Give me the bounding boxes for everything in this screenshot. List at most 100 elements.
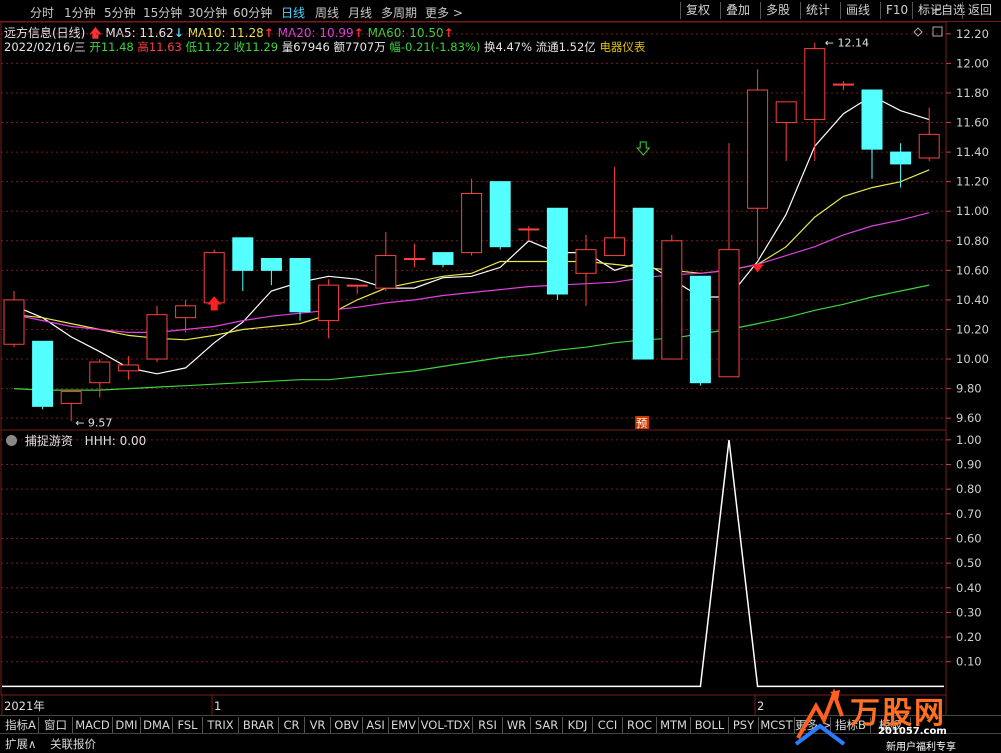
indicator-tab-trix[interactable]: TRIX <box>203 717 239 733</box>
price-panel-frame <box>0 21 947 431</box>
timeframe-15min[interactable]: 15分钟 <box>143 4 182 21</box>
price-tick-label: 11.00 <box>956 204 989 218</box>
buy-arrow-icon <box>207 296 222 311</box>
candle-body-down <box>432 252 454 265</box>
indicator-tick-label: 0.30 <box>956 605 982 619</box>
quote-volume: 量67946 <box>281 40 330 54</box>
indicator-tab-roc[interactable]: ROC <box>623 717 657 733</box>
price-tick-label: 10.20 <box>956 322 989 336</box>
indicator-tick-label: 0.60 <box>956 531 982 545</box>
timeframe-60min[interactable]: 60分钟 <box>233 4 272 21</box>
quote-amount: 额7707万 <box>333 40 386 54</box>
add-watchlist-button[interactable]: +自选 <box>926 2 966 19</box>
price-tick-label: 10.00 <box>956 352 989 366</box>
overlay-button[interactable]: 叠加 <box>720 2 760 19</box>
candle-body-up <box>918 133 940 159</box>
adjust-button[interactable]: 复权 <box>680 2 720 19</box>
price-tick-label: 11.20 <box>956 175 989 189</box>
ma-line-ma5 <box>13 95 930 375</box>
indicator-value: HHH: 0.00 <box>84 434 147 448</box>
candle-body-up <box>747 89 769 209</box>
indicator-tab-rsi[interactable]: RSI <box>473 717 503 733</box>
indicator-tab-wr[interactable]: WR <box>503 717 531 733</box>
indicator-tab-obv[interactable]: OBV <box>331 717 363 733</box>
indicator-tick-label: 0.50 <box>956 556 982 570</box>
indicator-tab-mtm[interactable]: MTM <box>657 717 691 733</box>
candle-body-up <box>89 361 111 384</box>
dropdown-icon[interactable] <box>6 435 17 446</box>
multi-stock-button[interactable]: 多股 <box>760 2 800 19</box>
indicator-tab--[interactable]: 窗口 <box>39 717 73 733</box>
candle-body-down <box>546 207 568 295</box>
indicator-tick-label: 0.10 <box>956 655 982 669</box>
timeframe-more[interactable]: 更多 > <box>425 4 463 21</box>
timeframe-multi[interactable]: 多周期 <box>381 4 417 21</box>
ma5-label: MA5: 11.62 <box>105 26 174 40</box>
brand-url: 201057.com <box>878 726 947 737</box>
quote-low: 低11.22 <box>185 40 230 54</box>
ma-line-ma20 <box>13 212 930 333</box>
price-tick-label: 11.60 <box>956 116 989 130</box>
indicator-tab-kdj[interactable]: KDJ <box>563 717 593 733</box>
indicator-tab-dma[interactable]: DMA <box>141 717 173 733</box>
candle-body-down <box>32 340 54 407</box>
indicator-tick-label: 0.20 <box>956 630 982 644</box>
candle-body-down <box>861 89 883 150</box>
arrow-up-icon: ↑ <box>353 26 364 40</box>
indicator-name: 捕捉游资 <box>24 434 73 448</box>
stock-name: 远方信息(日线) <box>4 26 86 40</box>
sector-label[interactable]: 电器仪表 <box>599 40 645 54</box>
brand-slogan: 新用户福利专享 <box>886 742 956 753</box>
forecast-badge <box>635 416 650 429</box>
indicator-tab-asi[interactable]: ASI <box>363 717 389 733</box>
draw-button[interactable]: 画线 <box>840 2 880 19</box>
indicator-tab-dmi[interactable]: DMI <box>113 717 141 733</box>
indicator-tab-vol-tdx[interactable]: VOL-TDX <box>419 717 473 733</box>
f10-button[interactable]: F10 <box>880 2 912 19</box>
quote-float-cap: 流通1.52亿 <box>535 40 596 54</box>
indicator-tick-label: 1.00 <box>956 433 982 447</box>
hhh-line <box>2 439 944 688</box>
indicator-tab-boll[interactable]: BOLL <box>691 717 729 733</box>
timeframe-daily[interactable]: 日线 <box>281 4 305 21</box>
panel-settings-icon[interactable] <box>913 27 923 37</box>
indicator-tab-cci[interactable]: CCI <box>593 717 623 733</box>
price-tick-label: 10.80 <box>956 234 989 248</box>
logo-icon <box>794 688 846 746</box>
quote-turnover: 换4.47% <box>483 40 533 54</box>
ma60-label: MA60: 10.50 <box>367 26 444 40</box>
timeframe-5min[interactable]: 5分钟 <box>104 4 136 21</box>
timeframe-minute[interactable]: 分时 <box>30 4 54 21</box>
quote-open: 开11.48 <box>89 40 134 54</box>
timeframe-1min[interactable]: 1分钟 <box>64 4 96 21</box>
candle-body-up <box>775 101 797 124</box>
indicator-tab--a[interactable]: 指标A <box>3 717 39 733</box>
indicator-tick-label: 0.90 <box>956 458 982 472</box>
indicator-tab-fsl[interactable]: FSL <box>173 717 203 733</box>
timeframe-weekly[interactable]: 周线 <box>315 4 339 21</box>
timeframe-monthly[interactable]: 月线 <box>348 4 372 21</box>
indicator-tab-emv[interactable]: EMV <box>389 717 419 733</box>
indicator-tab-psy[interactable]: PSY <box>729 717 759 733</box>
candle-body-up <box>203 252 225 304</box>
related-quotes-button[interactable]: 关联报价 <box>50 736 96 752</box>
date-axis-label: 2021年 <box>4 699 45 713</box>
timeframe-30min[interactable]: 30分钟 <box>188 4 227 21</box>
grid <box>1 33 946 663</box>
expand-button[interactable]: 扩展∧ <box>5 736 36 752</box>
indicator-tab-brar[interactable]: BRAR <box>239 717 279 733</box>
price-chart[interactable]: 12.2012.0011.8011.6011.4011.2011.0010.80… <box>0 0 1001 752</box>
candle-body-up <box>832 83 854 86</box>
back-button[interactable]: 返回 <box>962 2 1001 19</box>
indicator-tab-macd[interactable]: MACD <box>73 717 113 733</box>
sell-arrow-icon <box>636 141 651 156</box>
panel-close-icon[interactable] <box>932 26 943 37</box>
price-tick-label: 10.40 <box>956 293 989 307</box>
date-axis-label: 2 <box>757 699 764 713</box>
candle-body-up <box>461 192 483 254</box>
indicator-tab-sar[interactable]: SAR <box>531 717 563 733</box>
stats-button[interactable]: 统计 <box>800 2 840 19</box>
candle-body-up <box>3 299 25 345</box>
indicator-tab-vr[interactable]: VR <box>305 717 331 733</box>
indicator-tab-cr[interactable]: CR <box>279 717 305 733</box>
